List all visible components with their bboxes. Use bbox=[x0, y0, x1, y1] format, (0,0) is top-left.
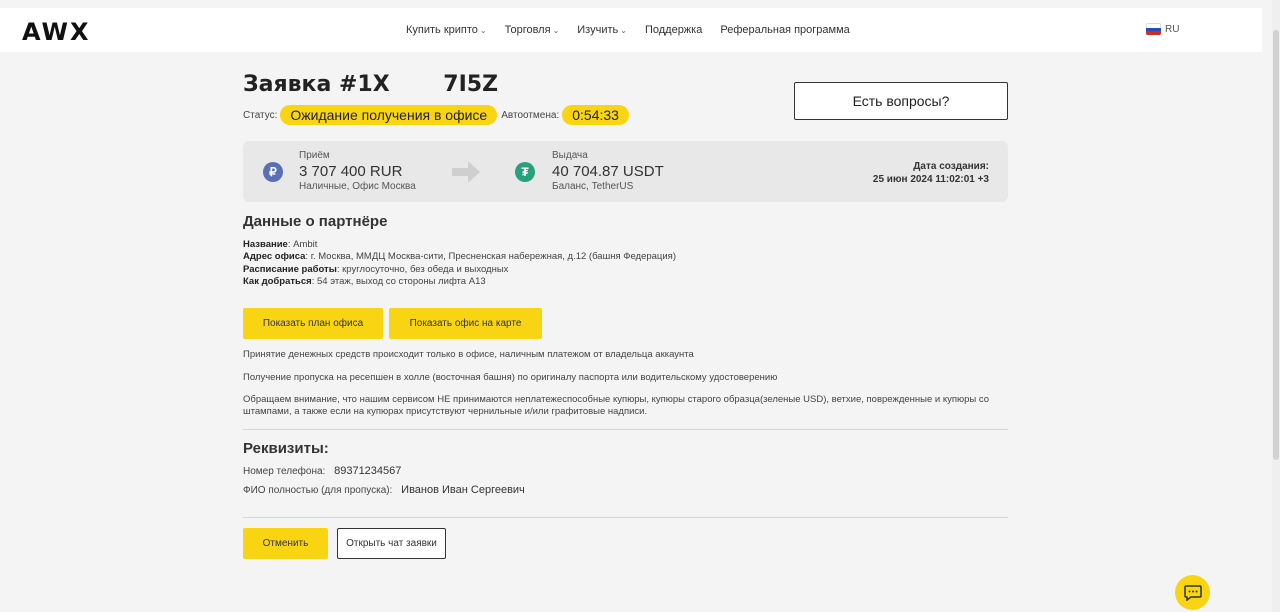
phone-label: Номер телефона: bbox=[243, 466, 326, 477]
creation-date-value: 25 июн 2024 11:02:01 +3 bbox=[872, 174, 989, 185]
nav-label: Реферальная программа bbox=[720, 24, 850, 36]
field-label: Расписание работы bbox=[243, 263, 337, 275]
nav-label: Торговля bbox=[504, 24, 551, 36]
payout-method: Баланс, TetherUS bbox=[552, 181, 634, 192]
fullname-label: ФИО полностью (для пропуска): bbox=[243, 485, 393, 496]
phone-row: Номер телефона: 89371234567 bbox=[243, 465, 401, 477]
order-title: Заявка #1X 7I5Z bbox=[243, 72, 499, 97]
payout-label: Выдача bbox=[552, 150, 588, 161]
receive-amount: 3 707 400 RUR bbox=[299, 163, 403, 180]
fullname-value: Иванов Иван Сергеевич bbox=[401, 484, 525, 496]
nav-label: Изучить bbox=[577, 24, 619, 36]
fullname-row: ФИО полностью (для пропуска): Иванов Ива… bbox=[243, 484, 525, 496]
show-office-plan-button[interactable]: Показать план офиса bbox=[243, 308, 383, 339]
scrollbar-thumb[interactable] bbox=[1273, 30, 1279, 460]
nav-item-referral[interactable]: Реферальная программа bbox=[720, 24, 849, 36]
payout-amount: 40 704.87 USDT bbox=[552, 163, 664, 180]
russia-flag-icon bbox=[1146, 23, 1161, 35]
partner-name-row: Название: Ambit bbox=[243, 239, 676, 251]
open-order-chat-button[interactable]: Открыть чат заявки bbox=[337, 528, 446, 559]
partner-address-row: Адрес офиса: г. Москва, ММДЦ Москва-сити… bbox=[243, 251, 676, 263]
partner-schedule-row: Расписание работы: круглосуточно, без об… bbox=[243, 264, 676, 276]
cancel-order-button[interactable]: Отменить bbox=[243, 528, 328, 559]
status-row: Статус: Ожидание получения в офисе Автоо… bbox=[243, 105, 629, 125]
chevron-down-icon: ⌄ bbox=[479, 26, 487, 35]
language-selector[interactable]: RU bbox=[1146, 23, 1179, 35]
section-divider bbox=[243, 429, 1008, 430]
support-chat-button[interactable] bbox=[1175, 575, 1210, 610]
partner-heading: Данные о партнёре bbox=[243, 213, 388, 230]
rub-coin-icon: ₽ bbox=[263, 162, 283, 182]
autocancel-timer: 0:54:33 bbox=[562, 105, 629, 125]
status-label: Статус: bbox=[243, 109, 278, 121]
nav-item-trading[interactable]: Торговля ⌄ bbox=[505, 24, 560, 36]
tether-coin-icon: ₮ bbox=[515, 162, 535, 182]
banknotes-warning: Обращаем внимание, что нашим сервисом НЕ… bbox=[243, 394, 990, 417]
receive-label: Приём bbox=[299, 150, 330, 161]
page-scrollbar[interactable] bbox=[1272, 0, 1280, 612]
requisites-heading: Реквизиты: bbox=[243, 440, 329, 457]
payment-note: Принятие денежных средств происходит тол… bbox=[243, 349, 694, 360]
field-label: Адрес офиса bbox=[243, 251, 306, 263]
nav-label: Поддержка bbox=[644, 24, 703, 36]
partner-directions-row: Как добраться: 54 этаж, выход со стороны… bbox=[243, 276, 676, 288]
field-label: Название bbox=[243, 239, 288, 250]
field-value: : 54 этаж, выход со стороны лифта А13 bbox=[311, 275, 486, 287]
top-header: AWX Купить крипто ⌄ Торговля ⌄ Изучить ⌄ По… bbox=[0, 8, 1262, 52]
section-divider bbox=[243, 517, 1008, 518]
creation-date: Дата создания: 25 июн 2024 11:02:01 +3 bbox=[873, 160, 989, 186]
main-nav: Купить крипто ⌄ Торговля ⌄ Изучить ⌄ Поддер… bbox=[406, 24, 850, 36]
autocancel-label: Автоотмена: bbox=[501, 109, 560, 121]
receive-method: Наличные, Офис Москва bbox=[299, 181, 416, 192]
language-label: RU bbox=[1165, 23, 1180, 35]
chevron-down-icon: ⌄ bbox=[552, 26, 560, 35]
field-value: : г. Москва, ММДЦ Москва-сити, Пресненск… bbox=[305, 251, 676, 263]
awx-logo[interactable]: AWX bbox=[22, 18, 90, 46]
nav-label: Купить крипто bbox=[406, 24, 478, 36]
partner-details: Название: Ambit Адрес офиса: г. Москва, … bbox=[243, 239, 676, 288]
field-value: : круглосуточно, без обеда и выходных bbox=[336, 263, 509, 275]
questions-button[interactable]: Есть вопросы? bbox=[794, 82, 1008, 120]
nav-item-support[interactable]: Поддержка bbox=[645, 24, 702, 36]
phone-value: 89371234567 bbox=[334, 465, 402, 477]
flag-stripe-red bbox=[1146, 31, 1161, 35]
show-office-map-button[interactable]: Показать офис на карте bbox=[389, 308, 542, 339]
field-label: Как добраться bbox=[243, 275, 312, 287]
nav-item-learn[interactable]: Изучить ⌄ bbox=[577, 24, 627, 36]
chat-bubble-icon bbox=[1183, 584, 1202, 601]
payout-block: Выдача 40 704.87 USDT Баланс, TetherUS bbox=[552, 150, 664, 192]
nav-item-buy-crypto[interactable]: Купить крипто ⌄ bbox=[406, 24, 487, 36]
status-badge: Ожидание получения в офисе bbox=[280, 105, 498, 125]
creation-date-label: Дата создания: bbox=[913, 161, 989, 172]
receive-block: Приём 3 707 400 RUR Наличные, Офис Москв… bbox=[299, 150, 416, 192]
pass-note: Получение пропуска на ресепшен в холле (… bbox=[243, 372, 778, 383]
chevron-down-icon: ⌄ bbox=[620, 26, 627, 35]
arrow-right-icon bbox=[452, 161, 480, 183]
exchange-summary: ₽ Приём 3 707 400 RUR Наличные, Офис Мос… bbox=[243, 141, 1008, 202]
field-value: : Ambit bbox=[287, 239, 318, 250]
